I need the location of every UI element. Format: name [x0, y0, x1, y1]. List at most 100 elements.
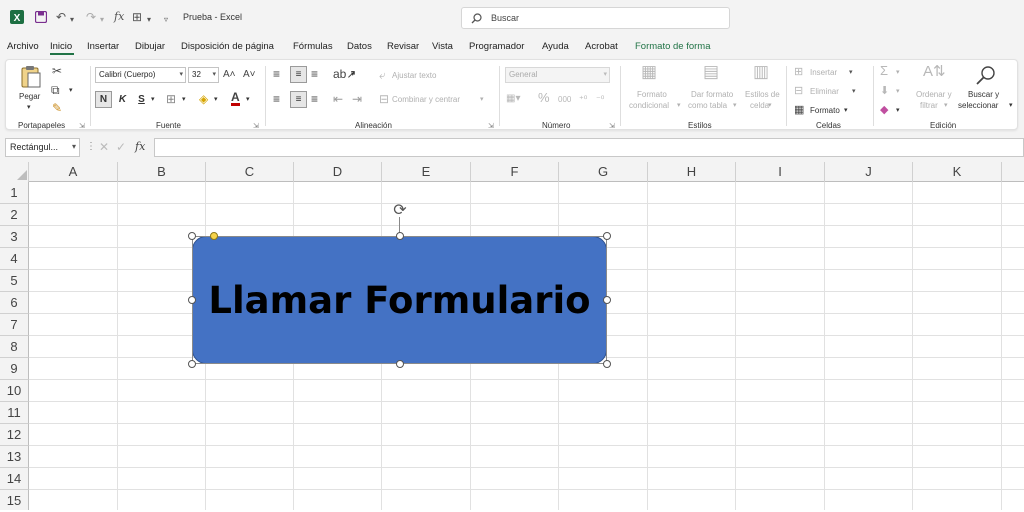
- tab-archivo[interactable]: Archivo: [7, 41, 39, 52]
- row-header-14[interactable]: 14: [0, 468, 29, 490]
- format-as-table-label-1[interactable]: Dar formato: [691, 90, 733, 99]
- align-right-icon[interactable]: ≡: [311, 93, 318, 105]
- copy-icon[interactable]: ⧉: [51, 84, 60, 96]
- row-header-4[interactable]: 4: [0, 248, 29, 270]
- more-options-icon[interactable]: ⋮: [86, 141, 96, 152]
- sort-filter-icon[interactable]: A⇅: [923, 64, 946, 79]
- find-select-label-1[interactable]: Buscar y: [968, 90, 999, 99]
- align-bottom-icon[interactable]: ≡: [311, 68, 318, 80]
- font-color-dropdown-icon[interactable]: ▾: [246, 95, 250, 103]
- form-icon[interactable]: ⊞: [132, 10, 142, 24]
- conditional-format-icon[interactable]: ▦: [641, 63, 657, 80]
- cancel-icon[interactable]: ✕: [99, 140, 109, 154]
- insert-cells-icon[interactable]: ⊞: [794, 66, 803, 78]
- tab-programador[interactable]: Programador: [469, 41, 524, 52]
- cell-styles-icon[interactable]: ▥: [753, 63, 769, 80]
- form-dropdown-icon[interactable]: ▾: [147, 13, 151, 27]
- copy-dropdown-icon[interactable]: ▾: [69, 86, 73, 94]
- underline-dropdown-icon[interactable]: ▾: [151, 95, 155, 103]
- column-header-k[interactable]: K: [913, 162, 1002, 182]
- align-left-icon[interactable]: ≡: [273, 93, 280, 105]
- paste-icon[interactable]: [20, 65, 42, 89]
- increase-decimal-icon[interactable]: ⁺⁰: [579, 93, 587, 105]
- format-as-table-icon[interactable]: ▤: [703, 63, 719, 80]
- borders-icon[interactable]: ⊞: [166, 93, 176, 105]
- font-name-combo[interactable]: Calibri (Cuerpo) ▾: [95, 67, 186, 83]
- shape-llamar-formulario[interactable]: Llamar Formulario: [192, 236, 607, 364]
- format-as-table-label-2[interactable]: como tabla: [688, 101, 727, 110]
- borders-dropdown-icon[interactable]: ▾: [182, 95, 186, 103]
- redo-icon[interactable]: ↷: [86, 10, 96, 24]
- bold-button[interactable]: N: [95, 91, 112, 108]
- paste-label[interactable]: Pegar: [19, 92, 40, 101]
- align-center-button[interactable]: ≡: [290, 91, 307, 108]
- merge-dropdown-icon[interactable]: ▾: [480, 95, 484, 103]
- undo-icon[interactable]: ↶: [56, 10, 66, 24]
- cut-icon[interactable]: ✂: [52, 65, 62, 77]
- column-header-partial[interactable]: [1002, 162, 1024, 182]
- italic-button[interactable]: K: [114, 91, 131, 108]
- delete-cells-label[interactable]: Eliminar: [810, 87, 839, 96]
- search-box[interactable]: Buscar: [461, 7, 730, 29]
- column-header-c[interactable]: C: [206, 162, 294, 182]
- orientation-dropdown-icon[interactable]: ▾: [351, 70, 355, 78]
- insert-cells-label[interactable]: Insertar: [810, 68, 837, 77]
- cell-styles-label-1[interactable]: Estilos de: [745, 90, 780, 99]
- decrease-font-icon[interactable]: A˅: [243, 69, 256, 81]
- wrap-text-icon[interactable]: ⤶: [379, 69, 386, 81]
- number-format-combo[interactable]: General ▾: [505, 67, 610, 83]
- row-header-8[interactable]: 8: [0, 336, 29, 358]
- column-header-d[interactable]: D: [294, 162, 382, 182]
- name-box[interactable]: Rectángul... ▾: [5, 138, 80, 157]
- resize-handle-right[interactable]: [603, 296, 611, 304]
- portapapeles-launcher-icon[interactable]: ⇲: [79, 122, 85, 130]
- tab-formulas[interactable]: Fórmulas: [293, 41, 333, 52]
- fill-color-icon[interactable]: ◈: [199, 93, 208, 105]
- format-cells-label[interactable]: Formato: [810, 106, 840, 115]
- row-header-2[interactable]: 2: [0, 204, 29, 226]
- decrease-indent-icon[interactable]: ⇤: [333, 93, 343, 105]
- merge-center-icon[interactable]: ⊟: [379, 93, 389, 105]
- tab-datos[interactable]: Datos: [347, 41, 372, 52]
- resize-handle-bottom-right[interactable]: [603, 360, 611, 368]
- resize-handle-bottom-left[interactable]: [188, 360, 196, 368]
- conditional-format-label-2[interactable]: condicional: [629, 101, 669, 110]
- resize-handle-bottom[interactable]: [396, 360, 404, 368]
- align-middle-button[interactable]: ≡: [290, 66, 307, 83]
- rotate-handle-icon[interactable]: ⟳: [390, 202, 410, 220]
- sort-filter-label-1[interactable]: Ordenar y: [916, 90, 952, 99]
- tab-ayuda[interactable]: Ayuda: [542, 41, 569, 52]
- column-header-g[interactable]: G: [559, 162, 648, 182]
- alineacion-launcher-icon[interactable]: ⇲: [488, 122, 494, 130]
- adjust-handle-corner[interactable]: [210, 232, 218, 240]
- conditional-format-label-1[interactable]: Formato: [637, 90, 667, 99]
- column-header-j[interactable]: J: [825, 162, 913, 182]
- clear-eraser-icon[interactable]: ◆: [880, 104, 888, 116]
- wrap-text-label[interactable]: Ajustar texto: [392, 71, 436, 80]
- resize-handle-top-left[interactable]: [188, 232, 196, 240]
- tab-formato-de-forma[interactable]: Formato de forma: [635, 41, 711, 52]
- font-size-combo[interactable]: 32 ▾: [188, 67, 219, 83]
- tab-insertar[interactable]: Insertar: [87, 41, 119, 52]
- format-painter-icon[interactable]: ✎: [52, 102, 62, 114]
- tab-revisar[interactable]: Revisar: [387, 41, 419, 52]
- tab-inicio[interactable]: Inicio: [50, 41, 72, 52]
- undo-dropdown-icon[interactable]: ▾: [70, 13, 74, 27]
- row-header-7[interactable]: 7: [0, 314, 29, 336]
- row-header-10[interactable]: 10: [0, 380, 29, 402]
- formula-input[interactable]: [154, 138, 1024, 157]
- customize-toolbar-icon[interactable]: ▿: [164, 13, 168, 27]
- resize-handle-left[interactable]: [188, 296, 196, 304]
- merge-center-label[interactable]: Combinar y centrar: [392, 95, 460, 104]
- sort-filter-label-2[interactable]: filtrar: [920, 101, 938, 110]
- select-all-corner[interactable]: [0, 162, 29, 182]
- column-header-b[interactable]: B: [118, 162, 206, 182]
- autosum-icon[interactable]: Σ: [880, 64, 888, 77]
- paste-dropdown-icon[interactable]: ▾: [27, 103, 31, 111]
- resize-handle-top[interactable]: [396, 232, 404, 240]
- insert-function-button[interactable]: fx: [135, 140, 145, 153]
- row-header-3[interactable]: 3: [0, 226, 29, 248]
- row-header-11[interactable]: 11: [0, 402, 29, 424]
- redo-dropdown-icon[interactable]: ▾: [100, 13, 104, 27]
- align-top-icon[interactable]: ≡: [273, 68, 280, 80]
